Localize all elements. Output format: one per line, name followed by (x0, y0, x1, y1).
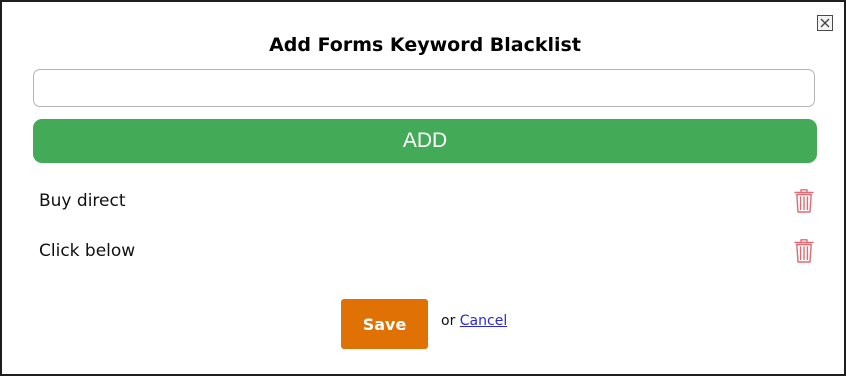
trash-icon (794, 189, 814, 213)
delete-button[interactable] (793, 238, 815, 264)
trash-icon (794, 239, 814, 263)
add-button[interactable]: ADD (33, 119, 817, 163)
or-text: or (441, 313, 456, 329)
blacklist-dialog: Add Forms Keyword Blacklist ADD Buy dire… (0, 0, 846, 376)
dialog-title: Add Forms Keyword Blacklist (269, 34, 581, 56)
keyword-list: Buy direct Click below (33, 180, 817, 280)
keyword-label: Buy direct (39, 191, 126, 211)
keyword-label: Click below (39, 241, 136, 261)
keyword-input[interactable] (33, 69, 815, 107)
close-icon (820, 18, 830, 28)
footer-links: or Cancel (441, 311, 507, 331)
list-item: Click below (33, 230, 817, 280)
delete-button[interactable] (793, 188, 815, 214)
cancel-link[interactable]: Cancel (460, 313, 507, 329)
list-item: Buy direct (33, 180, 817, 230)
close-button[interactable] (817, 15, 833, 31)
save-button[interactable]: Save (341, 299, 428, 349)
